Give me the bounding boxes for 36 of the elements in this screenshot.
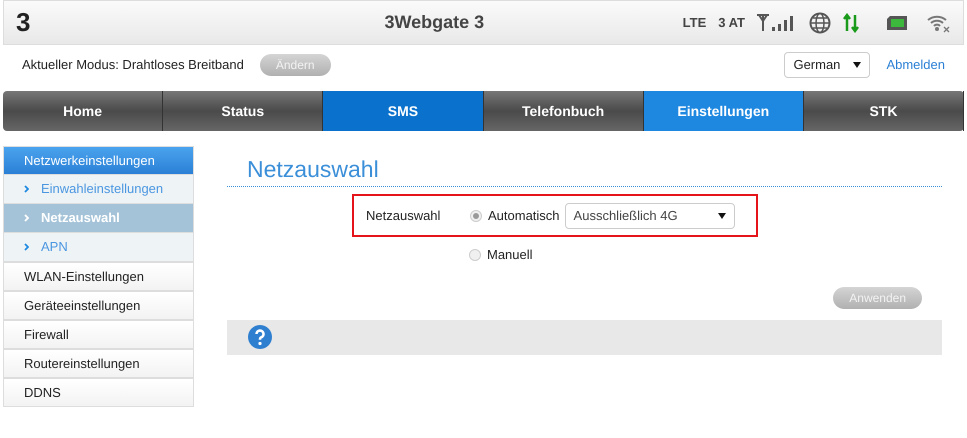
radio-label: Manuell (487, 246, 533, 264)
sidebar-item[interactable]: WLAN-Einstellungen (3, 262, 194, 291)
globe-icon (809, 12, 831, 34)
nav-tab[interactable]: Home (3, 91, 164, 131)
logout-link[interactable]: Abmelden (886, 55, 945, 75)
nav-tab[interactable]: STK (804, 91, 964, 131)
current-mode-text: Aktueller Modus: Drahtloses Breitband (22, 56, 244, 74)
sidebar-subitem-label: Einwahleinstellungen (41, 180, 164, 198)
chevron-icon (24, 214, 29, 222)
chevron-icon (24, 243, 29, 251)
window-title: 3Webgate 3 (383, 11, 486, 34)
radio-label: Automatisch (488, 206, 560, 225)
sidebar-subitem-label: APN (41, 238, 68, 256)
chevron-icon (24, 185, 29, 193)
nav-tab[interactable]: Einstellungen (644, 91, 804, 131)
help-icon[interactable] (247, 324, 273, 350)
operator-name: 3 AT (718, 14, 745, 32)
sim-card-icon (887, 16, 907, 30)
radio-button[interactable] (470, 210, 482, 222)
sidebar-subitem-label: Netzauswahl (41, 209, 120, 228)
language-select[interactable]: German (784, 52, 870, 78)
caret-icon (718, 212, 726, 218)
radio-button[interactable] (469, 248, 481, 261)
sidebar-item[interactable]: Routereinstellungen (3, 349, 194, 378)
sidebar-item[interactable]: DDNS (3, 378, 194, 407)
nav-tab[interactable]: SMS (323, 91, 484, 131)
data-transfer-icon (843, 12, 859, 32)
wifi-icon (927, 12, 951, 32)
logo: 3 (16, 6, 32, 39)
sidebar-item[interactable]: Firewall (3, 320, 194, 349)
page-title: Netzauswahl (246, 155, 380, 183)
network-mode-select[interactable]: Ausschließlich 4G (564, 202, 735, 228)
field-label: Netzauswahl (366, 206, 442, 225)
sidebar-item[interactable]: Geräteeinstellungen (3, 291, 194, 320)
caret-icon (853, 62, 862, 68)
network-type: LTE (682, 14, 706, 32)
